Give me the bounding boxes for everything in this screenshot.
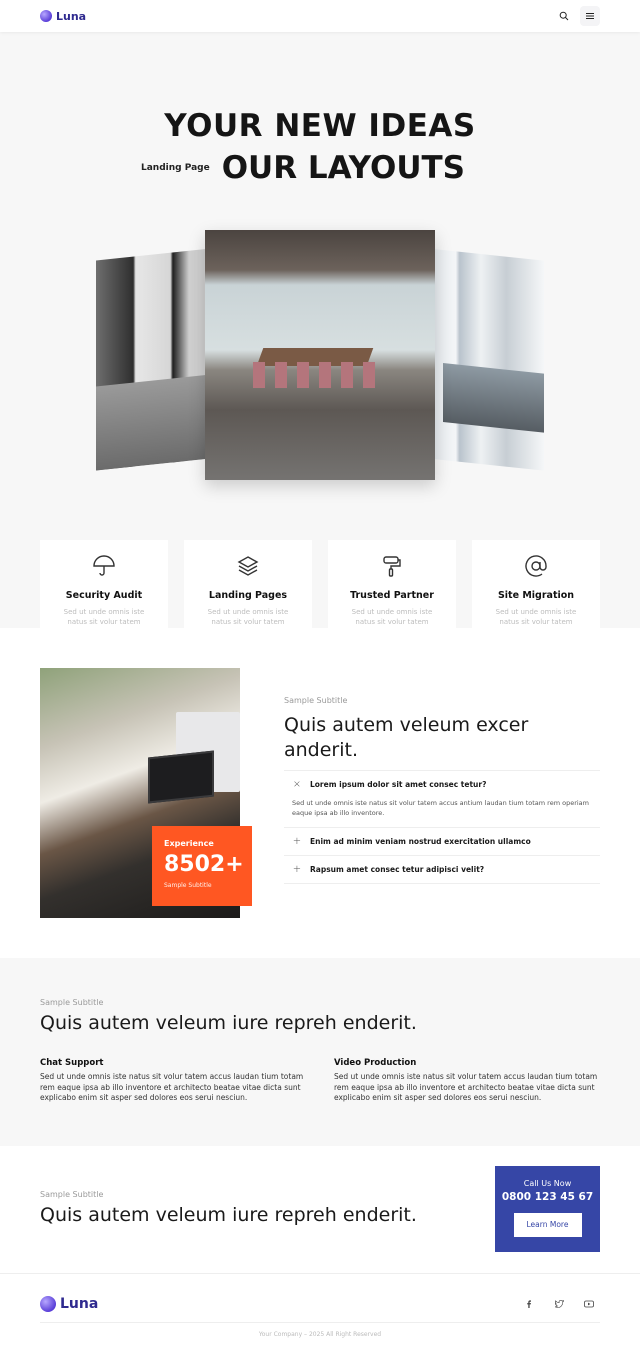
feature-title: Trusted Partner (350, 590, 434, 601)
faq-question: Enim ad minim veniam nostrud exercitatio… (310, 836, 531, 846)
feature-title: Site Migration (497, 590, 575, 601)
service-title: Chat Support (40, 1057, 104, 1068)
hero-title-line2: OUR LAYOUTS (221, 150, 465, 186)
phone-number[interactable]: 0800 123 45 67 (495, 1191, 600, 1203)
feature-card[interactable]: Security Audit Sed ut unde omnis iste na… (40, 540, 168, 640)
youtube-icon (584, 1300, 594, 1308)
header-actions (554, 6, 600, 26)
experience-badge: Experience 8502+ Sample Subtitle (152, 826, 252, 906)
cta-text: Sample Subtitle Quis autem veleum iure r… (40, 1190, 417, 1228)
section-subtitle: Sample Subtitle (40, 1190, 104, 1199)
facebook-icon (527, 1300, 531, 1308)
feature-card[interactable]: Site Migration Sed ut unde omnis iste na… (472, 540, 600, 640)
hero-tag: Landing Page (140, 163, 210, 173)
faq-question: Lorem ipsum dolor sit amet consec tetur? (310, 780, 487, 790)
feature-card[interactable]: Landing Pages Sed ut unde omnis iste nat… (184, 540, 312, 640)
service-text: Sed ut unde omnis iste natus sit volur t… (40, 1071, 304, 1103)
footer-top: Luna (40, 1294, 600, 1314)
about-content: Sample Subtitle Quis autem veleum excer … (284, 696, 600, 884)
about-section: Experience 8502+ Sample Subtitle Sample … (0, 628, 640, 958)
hero-photo-right (418, 247, 544, 471)
call-us-box: Call Us Now 0800 123 45 67 Learn More (495, 1166, 600, 1252)
at-icon (525, 555, 547, 577)
hero-title-row2: Landing Page OUR LAYOUTS (0, 150, 640, 186)
youtube-link[interactable] (578, 1293, 600, 1315)
faq-question-row[interactable]: × Lorem ipsum dolor sit amet consec tetu… (292, 779, 600, 790)
services-section: Sample Subtitle Quis autem veleum iure r… (0, 958, 640, 1146)
faq-question-row[interactable]: + Enim ad minim veniam nostrud exercitat… (292, 836, 600, 847)
feature-title: Landing Pages (208, 590, 288, 601)
experience-subtitle: Sample Subtitle (164, 882, 212, 889)
section-heading: Quis autem veleum excer anderit. (284, 714, 529, 761)
footer-logo[interactable]: Luna (40, 1296, 98, 1312)
brand-logo[interactable]: Luna (40, 10, 86, 23)
social-links (518, 1293, 600, 1315)
feature-list: Security Audit Sed ut unde omnis iste na… (40, 540, 600, 640)
hero-photo-center (205, 230, 435, 480)
section-subtitle: Sample Subtitle (40, 998, 104, 1007)
faq-answer: Sed ut unde omnis iste natus sit volur t… (292, 799, 590, 818)
faq-question-row[interactable]: + Rapsum amet consec tetur adipisci veli… (292, 864, 600, 875)
site-footer: Luna Your Company – 2025 All Right Reser… (0, 1274, 640, 1344)
service-item: Video Production Sed ut unde omnis iste … (334, 1058, 600, 1105)
search-button[interactable] (554, 6, 574, 26)
faq-question: Rapsum amet consec tetur adipisci velit? (310, 864, 485, 874)
brand-name: Luna (60, 1296, 99, 1312)
faq-item[interactable]: + Rapsum amet consec tetur adipisci veli… (284, 856, 600, 884)
photo-chairs-shape (253, 362, 383, 388)
menu-button[interactable] (580, 6, 600, 26)
menu-icon (586, 13, 594, 19)
logo-mark-icon (40, 10, 52, 22)
faq-item[interactable]: + Enim ad minim veniam nostrud exercitat… (284, 828, 600, 856)
paint-roller-icon (383, 556, 401, 577)
experience-value: 8502+ (164, 852, 244, 877)
service-item: Chat Support Sed ut unde omnis iste natu… (40, 1058, 306, 1105)
photo-laptop-shape (148, 750, 214, 804)
brand-name: Luna (56, 9, 87, 23)
service-title: Video Production (334, 1057, 417, 1068)
close-icon[interactable]: × (292, 779, 302, 790)
umbrella-icon (93, 555, 115, 576)
section-subtitle: Sample Subtitle (284, 696, 348, 705)
plus-icon[interactable]: + (292, 864, 302, 875)
copyright-text: Your Company – 2025 All Right Reserved (258, 1331, 382, 1338)
twitter-icon (554, 1300, 564, 1308)
faq-accordion: × Lorem ipsum dolor sit amet consec tetu… (284, 770, 600, 884)
learn-more-button[interactable]: Learn More (513, 1213, 582, 1237)
feature-card[interactable]: Trusted Partner Sed ut unde omnis iste n… (328, 540, 456, 640)
plus-icon[interactable]: + (292, 836, 302, 847)
logo-mark-icon (40, 1296, 56, 1312)
search-icon (559, 11, 569, 21)
hero-title-line1: YOUR NEW IDEAS (164, 108, 476, 144)
section-heading: Quis autem veleum iure repreh enderit. (40, 1012, 417, 1034)
layers-icon (237, 556, 259, 576)
service-text: Sed ut unde omnis iste natus sit volur t… (334, 1071, 598, 1103)
services-list: Chat Support Sed ut unde omnis iste natu… (40, 1058, 600, 1105)
cta-section: Sample Subtitle Quis autem veleum iure r… (0, 1146, 640, 1274)
twitter-link[interactable] (548, 1293, 570, 1315)
feature-title: Security Audit (65, 590, 143, 601)
hero-photo-left (96, 247, 220, 471)
hero-section: YOUR NEW IDEAS Landing Page OUR LAYOUTS … (0, 32, 640, 640)
call-label: Call Us Now (523, 1179, 572, 1188)
experience-label: Experience (164, 839, 214, 848)
site-header: Luna (0, 0, 640, 32)
facebook-link[interactable] (518, 1293, 540, 1315)
faq-item[interactable]: × Lorem ipsum dolor sit amet consec tetu… (284, 771, 600, 828)
section-heading: Quis autem veleum iure repreh enderit. (40, 1204, 417, 1226)
